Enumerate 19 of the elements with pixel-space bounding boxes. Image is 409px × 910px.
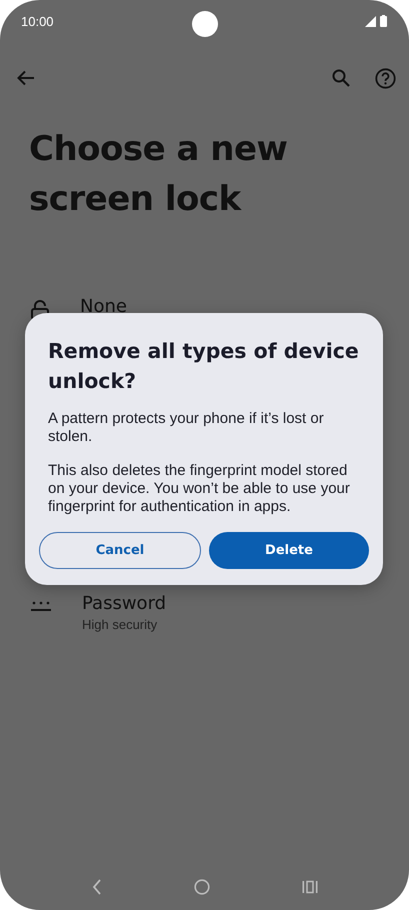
- page-title: Choose a new screen lock: [29, 128, 288, 221]
- camera-cutout: [192, 11, 218, 37]
- delete-button[interactable]: Delete: [209, 532, 369, 569]
- battery-icon: [380, 15, 387, 27]
- option-title[interactable]: Password: [82, 592, 166, 616]
- dialog-text: This also deletes the fingerprint model stored on your device. You won’t be able to use your fingerprint for authentication in apps.: [48, 462, 351, 516]
- back-nav-icon[interactable]: [92, 879, 102, 895]
- home-icon[interactable]: [194, 879, 210, 895]
- help-icon[interactable]: [375, 68, 396, 88]
- option-subtitle: High security: [82, 617, 158, 632]
- password-icon: [31, 600, 51, 612]
- back-icon[interactable]: [17, 70, 35, 86]
- status-time: 10:00: [21, 14, 54, 28]
- dialog-title: Remove all types of device unlock?: [48, 338, 360, 395]
- search-icon[interactable]: [332, 69, 350, 87]
- cancel-button[interactable]: Cancel: [39, 532, 201, 569]
- signal-icon: [365, 16, 376, 27]
- dialog-text: A pattern protects your phone if it’s lost or stolen.: [48, 410, 325, 446]
- recents-icon[interactable]: [302, 880, 318, 894]
